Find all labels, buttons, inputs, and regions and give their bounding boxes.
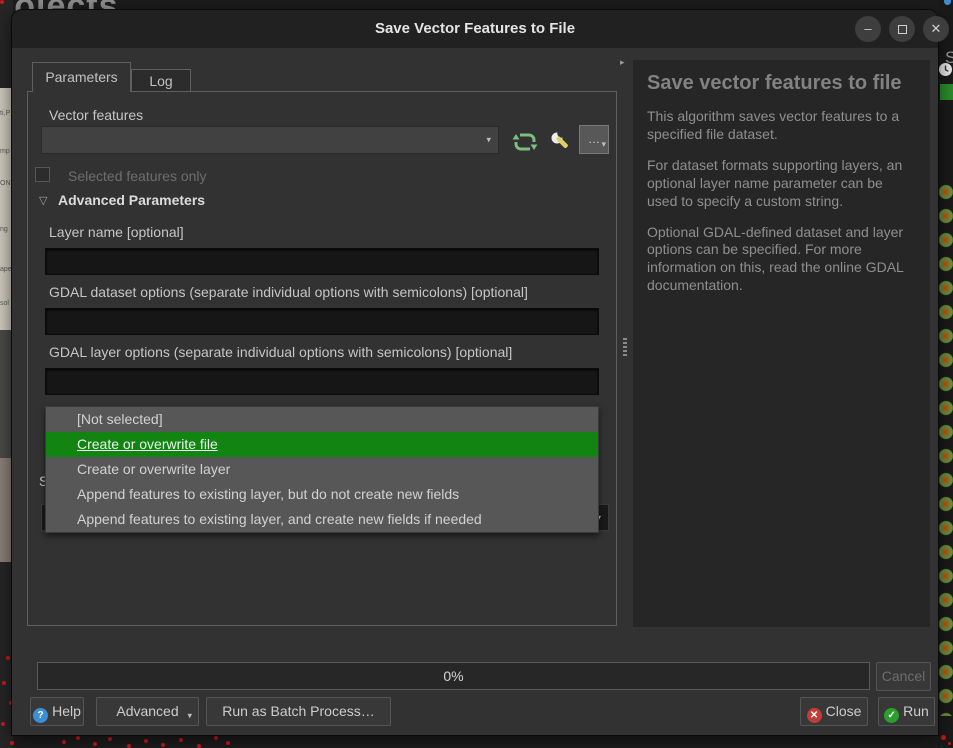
- maximize-button[interactable]: [889, 16, 915, 42]
- map-label-fragment: sol: [0, 300, 9, 307]
- layer-name-label: Layer name [optional]: [49, 224, 184, 240]
- close-button-label: Close: [826, 703, 862, 719]
- help-button-label: Help: [52, 703, 81, 719]
- close-x-icon: ✕: [807, 708, 822, 723]
- help-button[interactable]: ? Help: [30, 697, 84, 726]
- gdal-dataset-options-input[interactable]: [45, 308, 599, 335]
- dropdown-option[interactable]: [Not selected]: [46, 407, 598, 432]
- dropdown-option[interactable]: Append features to existing layer, and c…: [46, 507, 598, 532]
- map-label-fragment: ape: [0, 266, 12, 273]
- dialog-titlebar[interactable]: Save Vector Features to File – ✕: [12, 10, 938, 48]
- dropdown-option[interactable]: Create or overwrite layer: [46, 457, 598, 482]
- run-as-batch-button[interactable]: Run as Batch Process…: [206, 697, 391, 726]
- map-label-fragment: ti,P: [0, 110, 10, 117]
- progress-bar: 0%: [37, 662, 870, 690]
- help-paragraph: For dataset formats supporting layers, a…: [647, 157, 916, 211]
- green-layer-bar: [940, 84, 953, 100]
- advanced-parameters-label: Advanced Parameters: [58, 192, 205, 208]
- chevron-down-icon: ▾: [187, 703, 192, 730]
- layer-name-input[interactable]: [45, 248, 599, 275]
- tab-log[interactable]: Log: [131, 69, 191, 92]
- chevron-down-icon: ▾: [601, 131, 606, 157]
- gdal-dataset-options-label: GDAL dataset options (separate individua…: [49, 284, 528, 300]
- background-panel-strip: S: [938, 0, 953, 748]
- layer-icon-column: [938, 180, 953, 716]
- action-dropdown-list: [Not selected] Create or overwrite file …: [45, 406, 599, 533]
- maximize-icon: [898, 25, 907, 34]
- selected-features-label: Selected features only: [68, 168, 207, 184]
- run-button[interactable]: ✓ Run: [878, 697, 935, 726]
- save-vector-features-dialog: Save Vector Features to File – ✕ Paramet…: [12, 10, 938, 735]
- wrench-settings-icon[interactable]: [549, 131, 573, 155]
- browse-options-button[interactable]: … ▾: [579, 125, 609, 154]
- selected-features-checkbox[interactable]: [35, 167, 50, 182]
- cancel-button[interactable]: Cancel: [876, 662, 931, 691]
- minimize-button[interactable]: –: [855, 16, 881, 42]
- vector-features-combobox[interactable]: ▾: [41, 126, 499, 154]
- blue-indicator-dot: [944, 0, 951, 5]
- tab-scroll-arrow[interactable]: ▸: [620, 57, 625, 68]
- gdal-layer-options-label: GDAL layer options (separate individual …: [49, 344, 512, 360]
- map-label-fragment: ng: [0, 226, 8, 233]
- advanced-menu-button[interactable]: Advanced ▾: [96, 697, 199, 726]
- panel-splitter-handle[interactable]: [623, 338, 627, 358]
- help-question-icon: ?: [33, 708, 48, 723]
- red-splat-icon: [941, 735, 946, 740]
- help-panel: Save vector features to file This algori…: [633, 60, 930, 627]
- map-label-fragment: mp: [0, 148, 10, 155]
- iterate-over-layer-icon[interactable]: [512, 130, 538, 154]
- advanced-button-label: Advanced: [116, 703, 178, 719]
- clock-icon: [938, 62, 953, 77]
- dropdown-option[interactable]: Append features to existing layer, but d…: [46, 482, 598, 507]
- dialog-title: Save Vector Features to File: [12, 10, 938, 48]
- run-check-icon: ✓: [884, 708, 899, 723]
- run-button-label: Run: [903, 703, 929, 719]
- close-button[interactable]: ✕ Close: [800, 697, 868, 726]
- tab-parameters[interactable]: Parameters: [32, 62, 131, 92]
- chevron-down-icon: ▾: [486, 135, 491, 146]
- parameters-panel: Vector features ▾ … ▾ Selected features …: [27, 91, 617, 626]
- advanced-parameters-expander[interactable]: ▽: [39, 194, 47, 207]
- help-panel-title: Save vector features to file: [647, 72, 916, 95]
- gdal-layer-options-input[interactable]: [45, 368, 599, 395]
- help-paragraph: Optional GDAL-defined dataset and layer …: [647, 224, 916, 296]
- ellipsis-label: …: [588, 132, 600, 146]
- close-window-button[interactable]: ✕: [923, 16, 949, 42]
- help-paragraph: This algorithm saves vector features to …: [647, 108, 916, 144]
- map-point-features: [0, 0, 4, 4]
- vector-features-label: Vector features: [49, 107, 143, 123]
- dropdown-option-selected[interactable]: Create or overwrite file: [46, 432, 598, 457]
